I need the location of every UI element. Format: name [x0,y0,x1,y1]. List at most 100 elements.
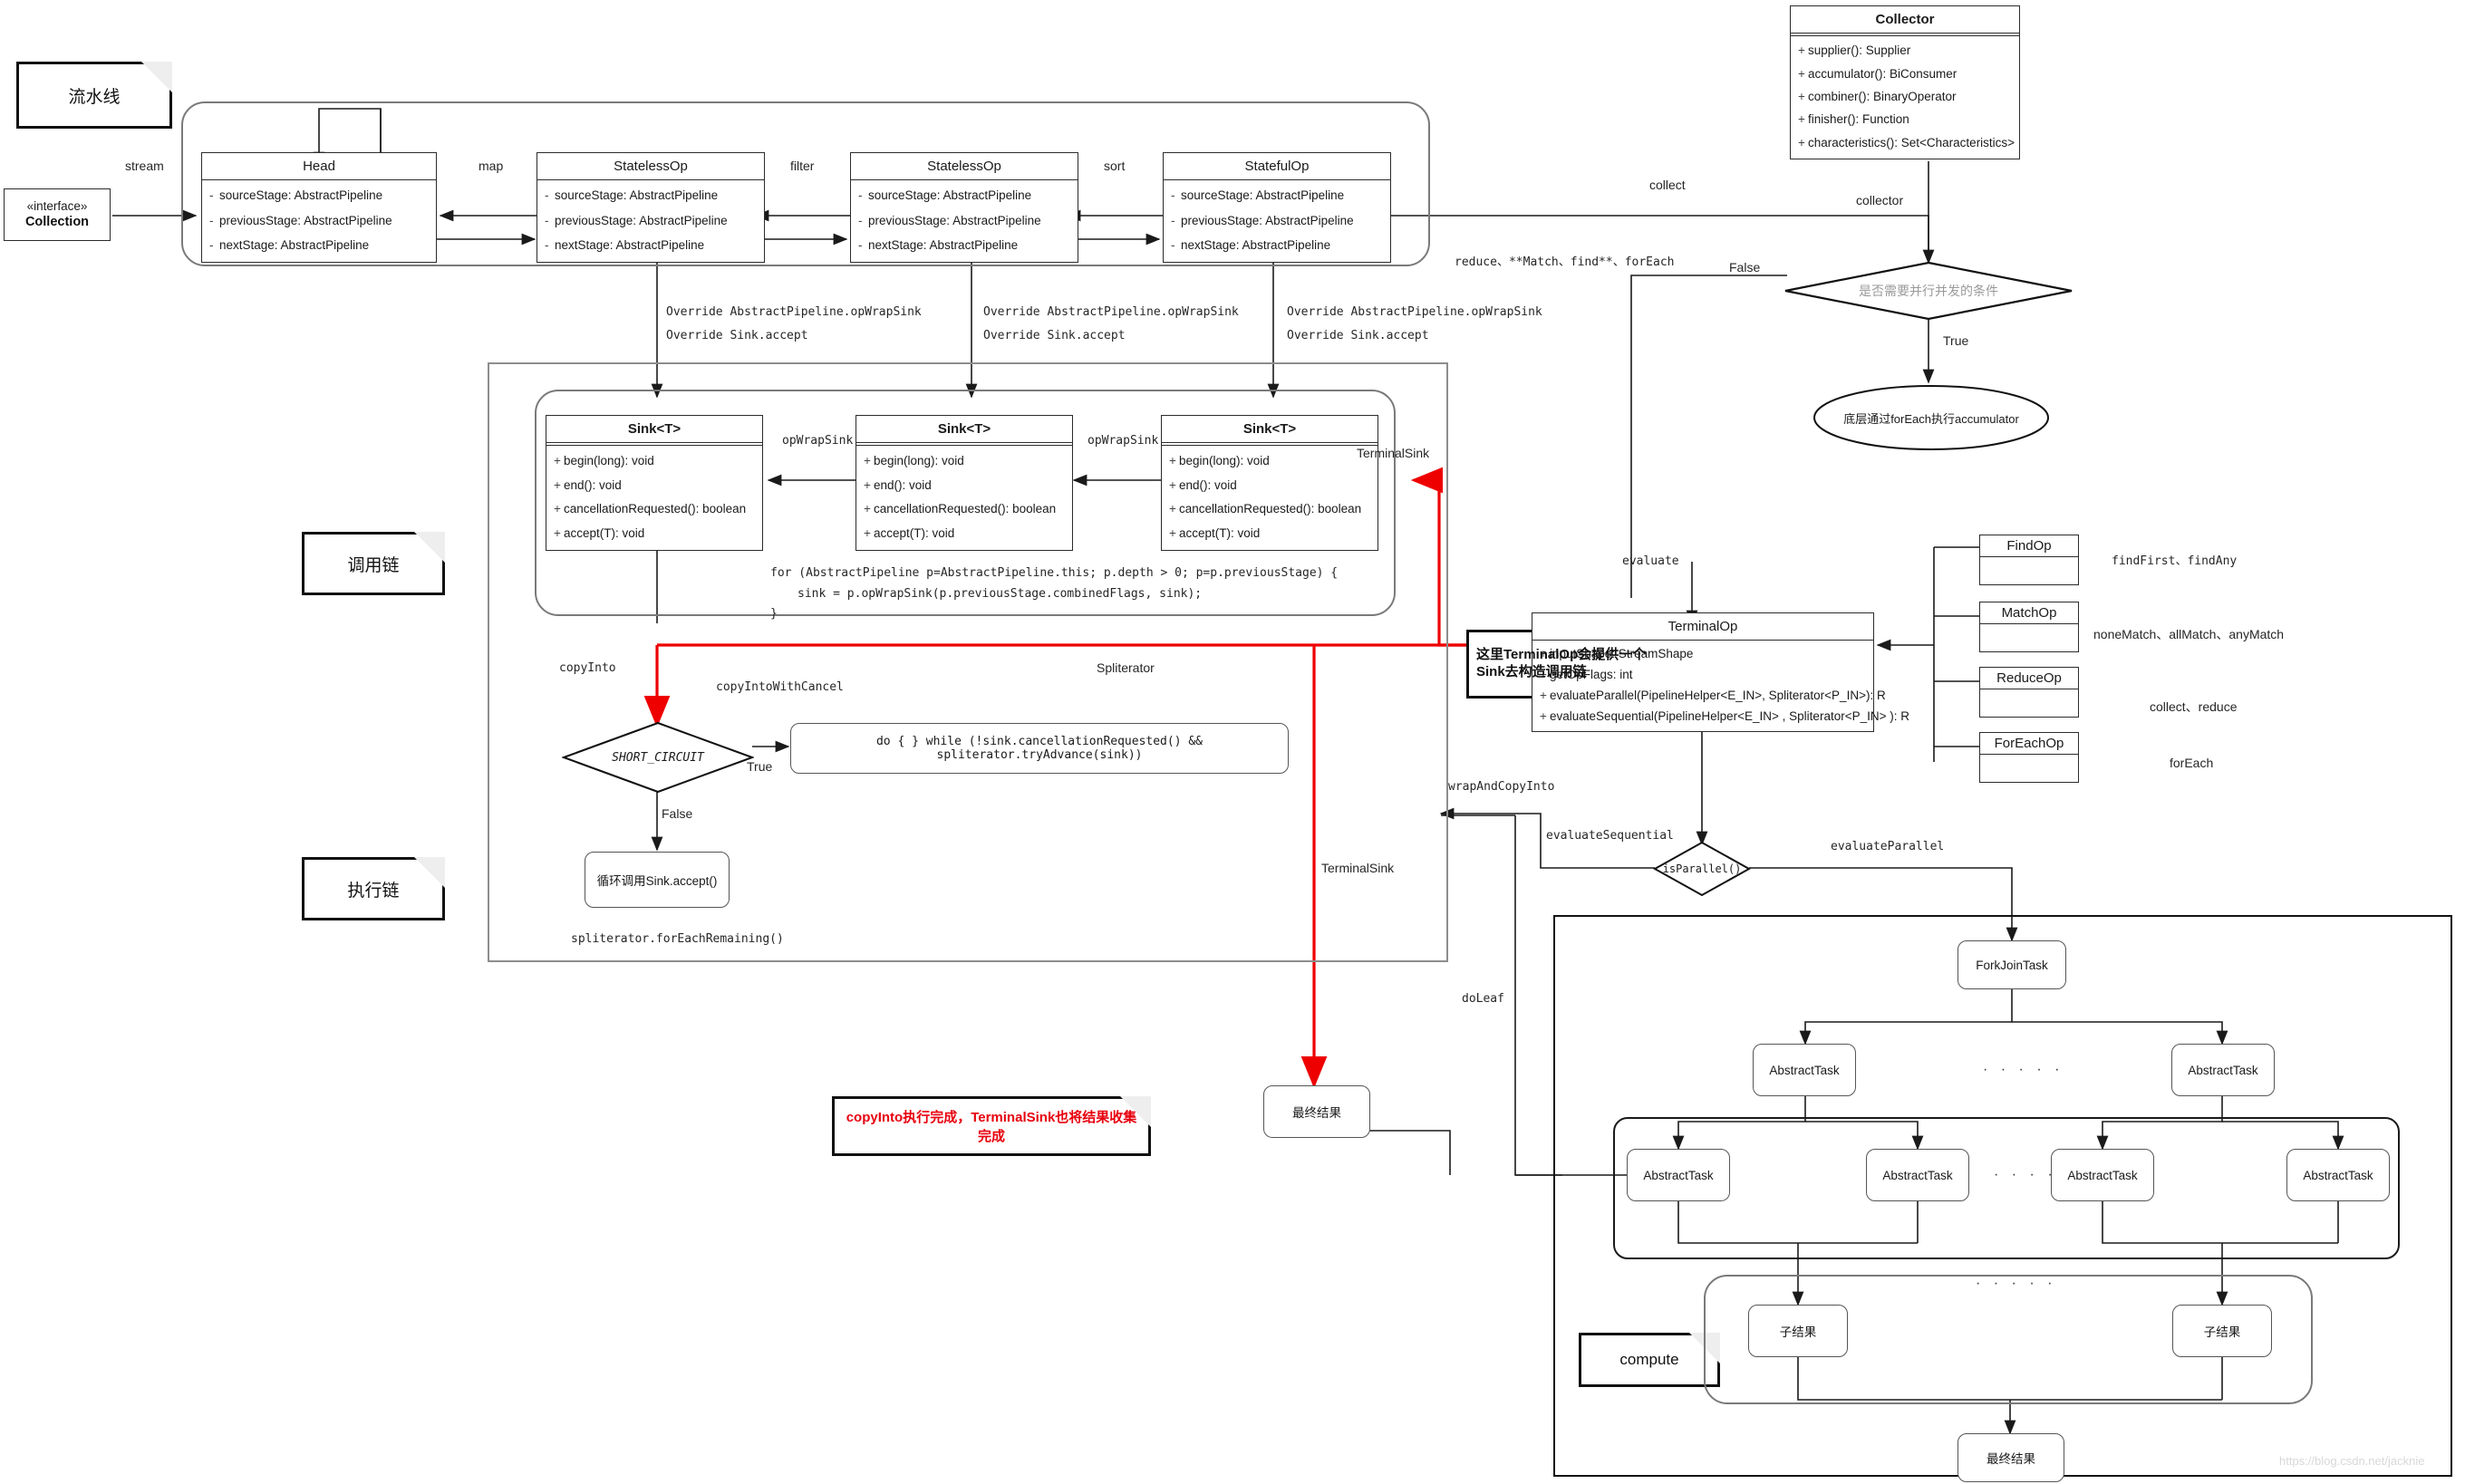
process-foreach-accumulator-text: 底层通过forEach执行accumulator [1843,411,2019,426]
uml-row: - sourceStage: AbstractPipeline [209,188,383,203]
uml-row: + cancellationRequested(): boolean [554,502,747,516]
uml-row: - nextStage: AbstractPipeline [545,237,705,252]
edge-label-terminalsink-top: TerminalSink [1357,446,1430,460]
fold-corner-icon [141,62,172,92]
uml-row: + evaluateParallel(PipelineHelper<E_IN>, … [1540,689,1886,703]
process-do-while-loop: do { } while (!sink.cancellationRequeste… [790,723,1289,774]
uml-class-findop: FindOp [1979,535,2079,585]
uml-title: Sink<T> [546,416,762,446]
edge-label-copyintowithcancel: copyIntoWithCancel [716,680,844,694]
uml-title: Sink<T> [856,416,1072,446]
uml-row: - nextStage: AbstractPipeline [858,237,1019,252]
edge-label-true-2: True [747,759,773,774]
uml-row: - sourceStage: AbstractPipeline [1171,188,1345,203]
uml-row: + begin(long): void [864,453,964,467]
note-exec-chain-text: 执行链 [347,881,400,901]
edge-label-collector: collector [1856,193,1904,207]
uml-row: + begin(long): void [1169,453,1270,467]
edge-label-evaluate: evaluate [1622,554,1679,568]
process-abstracttask-1: AbstractTask [1627,1149,1730,1201]
process-forkjointask: ForkJoinTask [1958,940,2066,989]
uml-class-foreachop: ForEachOp [1979,732,2079,783]
foreachop-ops-label: forEach [2170,756,2214,770]
note-compute-text: compute [1619,1351,1679,1368]
uml-title: FindOp [1980,535,2078,557]
uml-row: + finisher(): Function [1798,112,1909,127]
process-loop-sink-accept: 循环调用Sink.accept() [585,852,730,908]
uml-class-head: Head - sourceStage: AbstractPipeline - pre… [201,152,437,263]
override-note-3-line2: Override Sink.accept [1287,329,1429,342]
edge-label-reduce-match-find-foreach: reduce、**Match、find**、forEach [1455,255,1675,269]
edge-label-terminalsink-mid: TerminalSink [1321,861,1395,875]
abstracttask-group [1613,1117,2400,1259]
edge-label-true-1: True [1943,333,1969,348]
uml-title: MatchOp [1980,602,2078,624]
uml-class-matchop: MatchOp [1979,602,2079,652]
uml-title: ReduceOp [1980,668,2078,689]
edge-label-spliterator-foreach-remaining: spliterator.forEachRemaining() [571,932,784,946]
uml-row: + cancellationRequested(): boolean [1169,502,1362,516]
uml-row: + begin(long): void [554,453,654,467]
uml-class-statelessop-2: StatelessOp - sourceStage: AbstractPipeli… [850,152,1078,263]
uml-row: - sourceStage: AbstractPipeline [545,188,719,203]
edge-label-stream: stream [125,159,164,173]
uml-title: ForEachOp [1980,733,2078,755]
uml-class-statelessop-1: StatelessOp - sourceStage: AbstractPipeli… [536,152,765,263]
uml-row: + supplier(): Supplier [1798,43,1911,58]
uml-class-statefulop: StatefulOp - sourceStage: AbstractPipelin… [1163,152,1391,263]
process-final-result-bottom: 最终结果 [1958,1433,2064,1482]
uml-row: + end(): void [554,477,622,492]
uml-title: Sink<T> [1162,416,1378,446]
edge-label-filter: filter [790,159,815,173]
decision-short-circuit: SHORT_CIRCUIT [561,721,755,794]
uml-row: + cancellationRequested(): boolean [864,502,1057,516]
findop-ops-label: findFirst、findAny [2112,554,2238,568]
uml-row: + accept(T): void [1169,526,1261,541]
process-abstracttask-top-right: AbstractTask [2171,1044,2275,1096]
uml-row: + evaluateSequential(PipelineHelper<E_IN>… [1540,709,1909,724]
edge-label-evaluateparallel: evaluateParallel [1831,840,1945,853]
reduceop-ops-label: collect、reduce [2150,699,2238,714]
uml-row: - previousStage: AbstractPipeline [209,213,392,227]
uml-title: StatelessOp [537,153,764,180]
uml-row: - previousStage: AbstractPipeline [858,213,1041,227]
override-note-1-line1: Override AbstractPipeline.opWrapSink [666,305,922,319]
edge-label-false-2: False [662,806,693,821]
collection-name: Collection [24,215,90,230]
collection-stereotype: «interface» [26,198,88,213]
code-snippet-line-2: sink = p.opWrapSink(p.previousStage.comb… [798,587,1203,601]
note-copyinto-done: copyInto执行完成，TerminalSink也将结果收集完成 [832,1096,1151,1156]
uml-title: StatelessOp [851,153,1078,180]
uml-title: StatefulOp [1164,153,1390,180]
uml-row: + accept(T): void [864,526,955,541]
uml-class-collector: Collector + supplier(): Supplier + accumul… [1790,5,2020,159]
code-snippet-line-1: for (AbstractPipeline p=AbstractPipeline… [770,566,1339,580]
override-note-1-line2: Override Sink.accept [666,329,808,342]
edge-label-wrapandcopyinto: wrapAndCopyInto [1448,780,1555,794]
uml-row: + combiner(): BinaryOperator [1798,90,1957,104]
process-abstracttask-top-left: AbstractTask [1753,1044,1856,1096]
edge-label-copyinto: copyInto [559,661,616,675]
override-note-3-line1: Override AbstractPipeline.opWrapSink [1287,305,1542,319]
process-sub-result-right: 子结果 [2172,1305,2272,1357]
uml-row: - previousStage: AbstractPipeline [545,213,728,227]
uml-row: + end(): void [1169,477,1237,492]
uml-row: - sourceStage: AbstractPipeline [858,188,1032,203]
uml-row: + characteristics(): Set<Characteristics> [1798,135,2016,149]
fold-corner-icon [414,857,445,888]
uml-row: + end(): void [864,477,932,492]
edge-label-collect: collect [1649,178,1686,192]
uml-title: Head [202,153,436,180]
note-pipeline-text: 流水线 [68,87,121,107]
edge-label-sort: sort [1104,159,1126,173]
uml-class-reduceop: ReduceOp [1979,667,2079,718]
uml-row: - previousStage: AbstractPipeline [1171,213,1354,227]
edge-label-opwrapsink-1: opWrapSink [782,434,854,448]
fold-corner-icon [414,532,445,563]
collection-interface-box: «interface» Collection [4,188,111,241]
override-note-2-line2: Override Sink.accept [983,329,1126,342]
note-call-chain: 调用链 [302,532,445,595]
decision-is-parallel: isParallel() [1652,841,1752,897]
process-abstracttask-3: AbstractTask [2051,1149,2154,1201]
abstracttask-dots-top: · · · · · [1983,1062,2064,1077]
